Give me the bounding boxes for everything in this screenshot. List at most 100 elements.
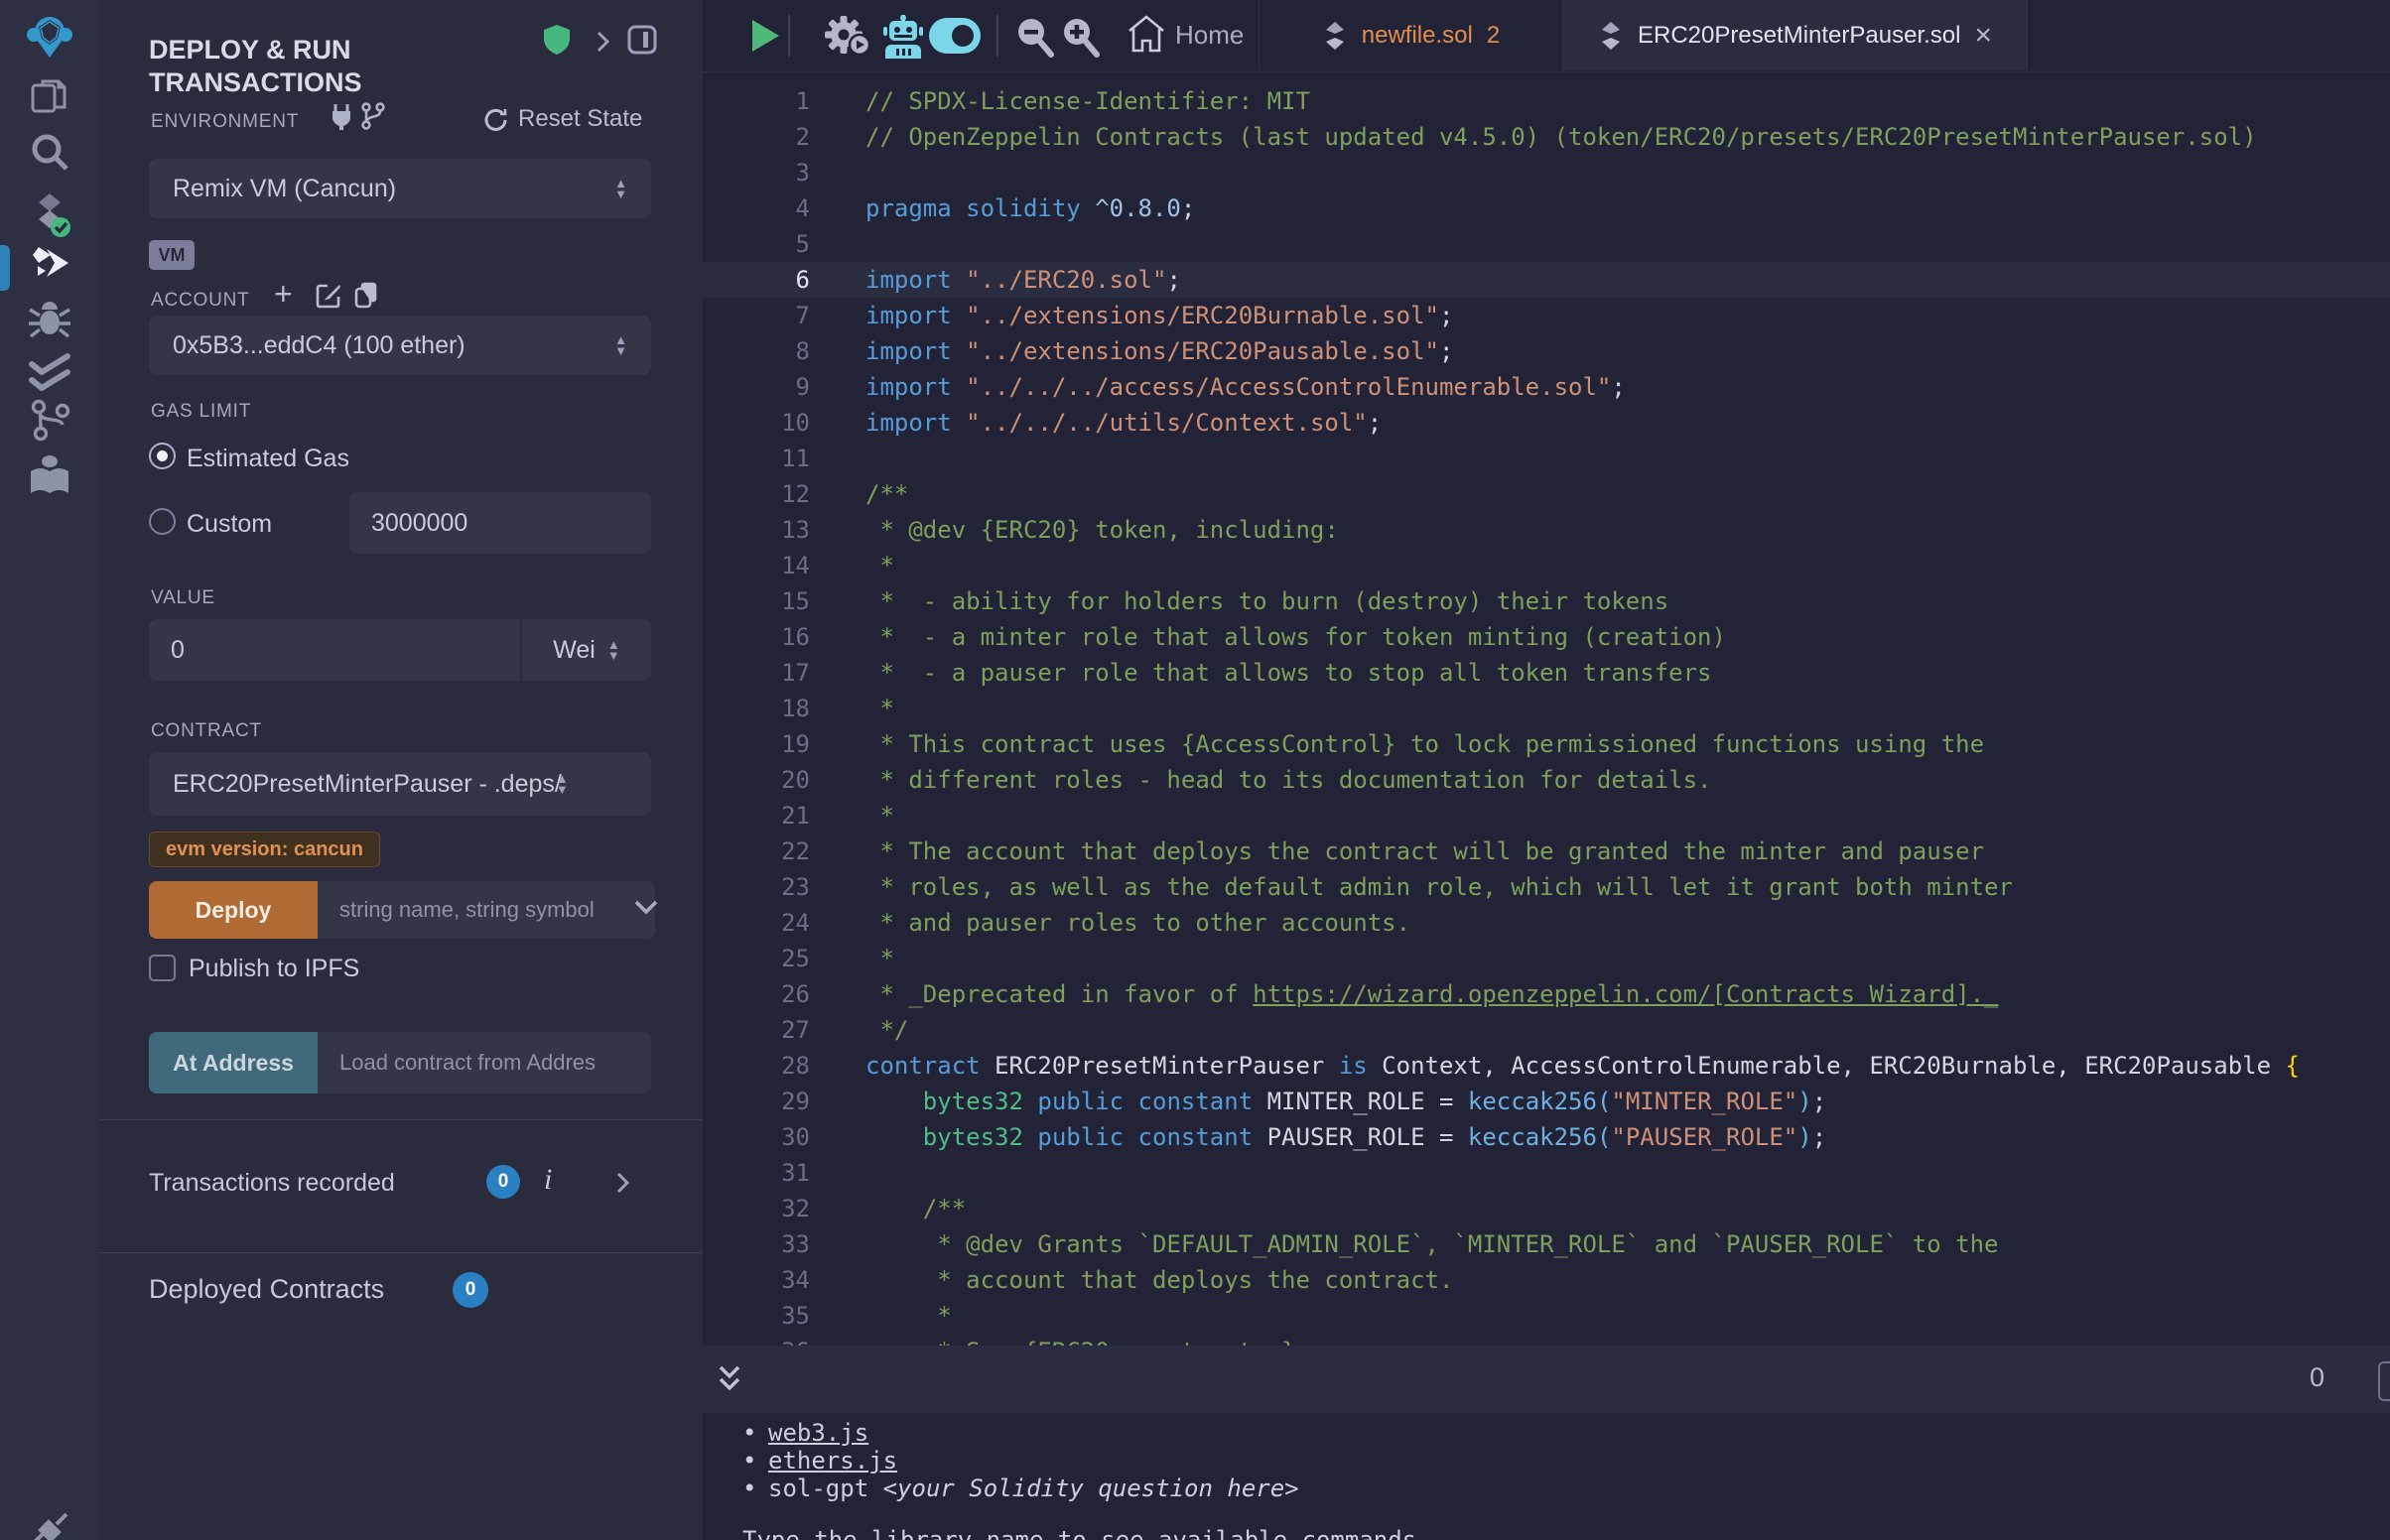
git-icon[interactable] xyxy=(0,397,99,443)
code-line-30[interactable]: 30 bytes32 public constant PAUSER_ROLE =… xyxy=(703,1119,2390,1155)
transactions-expand-chevron-icon[interactable] xyxy=(615,1171,630,1195)
solidity-compiler-icon[interactable] xyxy=(0,191,99,240)
custom-gas-option[interactable]: Custom xyxy=(187,510,272,539)
code-line-5[interactable]: 5 xyxy=(703,226,2390,262)
fork-environment-icon[interactable] xyxy=(360,102,386,130)
code-text: import "../../../access/AccessControlEnu… xyxy=(810,369,1626,405)
ai-copilot-robot-icon[interactable] xyxy=(883,15,923,59)
deploy-button[interactable]: Deploy xyxy=(149,881,318,939)
publish-ipfs-label[interactable]: Publish to IPFS xyxy=(189,955,359,983)
publish-ipfs-checkbox[interactable] xyxy=(149,955,176,981)
terminal-link[interactable]: web3.js xyxy=(768,1419,868,1447)
at-address-button[interactable]: At Address xyxy=(149,1032,318,1093)
code-line-33[interactable]: 33 * @dev Grants `DEFAULT_ADMIN_ROLE`, `… xyxy=(703,1226,2390,1262)
plug-icon[interactable] xyxy=(330,103,353,131)
close-tab-icon[interactable]: × xyxy=(1974,21,1992,51)
account-select[interactable]: 0x5B3...eddC4 (100 ether) ▲▼ xyxy=(149,316,651,375)
code-text: * account that deploys the contract. xyxy=(810,1262,1453,1298)
code-line-7[interactable]: 7import "../extensions/ERC20Burnable.sol… xyxy=(703,298,2390,333)
code-line-24[interactable]: 24 * and pauser roles to other accounts. xyxy=(703,905,2390,941)
code-text xyxy=(810,1155,865,1191)
code-line-15[interactable]: 15 * - ability for holders to burn (dest… xyxy=(703,583,2390,619)
custom-gas-radio[interactable] xyxy=(149,508,176,535)
copy-account-icon[interactable] xyxy=(353,282,379,310)
code-line-29[interactable]: 29 bytes32 public constant MINTER_ROLE =… xyxy=(703,1084,2390,1119)
code-line-14[interactable]: 14 * xyxy=(703,548,2390,583)
code-line-6[interactable]: 6import "../ERC20.sol"; xyxy=(703,262,2390,298)
remix-logo-icon[interactable] xyxy=(0,12,99,60)
code-line-21[interactable]: 21 * xyxy=(703,798,2390,834)
transactions-info-icon[interactable]: i xyxy=(544,1163,552,1197)
ai-copilot-toggle[interactable] xyxy=(929,18,981,54)
home-tab-label[interactable]: Home xyxy=(1175,20,1244,51)
reset-state-icon[interactable] xyxy=(484,107,508,133)
line-number: 9 xyxy=(703,369,810,405)
code-line-13[interactable]: 13 * @dev {ERC20} token, including: xyxy=(703,512,2390,548)
value-unit-select[interactable]: Wei ▲▼ xyxy=(520,619,651,681)
code-line-25[interactable]: 25 * xyxy=(703,941,2390,976)
environment-select[interactable]: Remix VM (Cancun) ▲▼ xyxy=(149,159,651,218)
code-line-3[interactable]: 3 xyxy=(703,155,2390,191)
tab-newfile[interactable]: newfile.sol 2 xyxy=(1259,0,1563,70)
code-editor[interactable]: 1// SPDX-License-Identifier: MIT2// Open… xyxy=(703,71,2390,1357)
code-line-22[interactable]: 22 * The account that deploys the contra… xyxy=(703,834,2390,869)
search-icon[interactable] xyxy=(0,130,99,176)
code-line-8[interactable]: 8import "../extensions/ERC20Pausable.sol… xyxy=(703,333,2390,369)
code-line-17[interactable]: 17 * - a pauser role that allows to stop… xyxy=(703,655,2390,691)
zoom-in-icon[interactable] xyxy=(1060,16,1100,58)
contract-select[interactable]: ERC20PresetMinterPauser - .deps/ ▲▼ xyxy=(149,752,651,816)
add-account-icon[interactable]: + xyxy=(274,278,293,310)
deploy-args-input[interactable] xyxy=(318,881,655,939)
at-address-input[interactable] xyxy=(318,1032,651,1093)
home-icon[interactable] xyxy=(1128,15,1165,55)
code-line-20[interactable]: 20 * different roles - head to its docum… xyxy=(703,762,2390,798)
code-line-31[interactable]: 31 xyxy=(703,1155,2390,1191)
zoom-out-icon[interactable] xyxy=(1014,16,1054,58)
code-line-32[interactable]: 32 /** xyxy=(703,1191,2390,1226)
tab-erc20presetminterpauser[interactable]: ERC20PresetMinterPauser.sol × xyxy=(1563,0,2028,70)
debugger-icon[interactable] xyxy=(0,296,99,341)
value-input[interactable] xyxy=(149,619,520,681)
script-config-gear-icon[interactable] xyxy=(824,14,871,58)
code-line-18[interactable]: 18 * xyxy=(703,691,2390,726)
edit-account-icon[interactable] xyxy=(316,282,342,309)
code-line-35[interactable]: 35 * xyxy=(703,1298,2390,1334)
panel-divider xyxy=(99,1119,703,1120)
terminal-link[interactable]: ethers.js xyxy=(768,1447,897,1475)
code-text xyxy=(810,441,865,476)
custom-gas-input[interactable] xyxy=(349,492,651,554)
code-line-34[interactable]: 34 * account that deploys the contract. xyxy=(703,1262,2390,1298)
solidity-analyzers-icon[interactable] xyxy=(0,350,99,398)
code-line-12[interactable]: 12/** xyxy=(703,476,2390,512)
code-text xyxy=(810,155,865,191)
code-line-1[interactable]: 1// SPDX-License-Identifier: MIT xyxy=(703,83,2390,119)
deploy-expand-chevron-icon[interactable] xyxy=(633,899,659,917)
terminal-output[interactable]: •web3.js•ethers.js•sol-gpt <your Solidit… xyxy=(703,1413,2390,1540)
code-line-16[interactable]: 16 * - a minter role that allows for tok… xyxy=(703,619,2390,655)
code-line-28[interactable]: 28contract ERC20PresetMinterPauser is Co… xyxy=(703,1048,2390,1084)
code-line-26[interactable]: 26 * _Deprecated in favor of https://wiz… xyxy=(703,976,2390,1012)
code-line-11[interactable]: 11 xyxy=(703,441,2390,476)
code-text: * xyxy=(810,941,894,976)
pin-panel-icon[interactable] xyxy=(627,25,657,55)
expand-panel-chevron-icon[interactable] xyxy=(595,30,610,54)
terminal-collapse-icon[interactable] xyxy=(717,1361,742,1397)
code-line-10[interactable]: 10import "../../../utils/Context.sol"; xyxy=(703,405,2390,441)
terminal-listen-checkbox[interactable] xyxy=(2378,1361,2390,1401)
code-text: /** xyxy=(810,1191,966,1226)
code-line-4[interactable]: 4pragma solidity ^0.8.0; xyxy=(703,191,2390,226)
code-line-9[interactable]: 9import "../../../access/AccessControlEn… xyxy=(703,369,2390,405)
file-explorer-icon[interactable] xyxy=(0,73,99,119)
estimated-gas-option[interactable]: Estimated Gas xyxy=(187,445,349,473)
deploy-and-run-icon[interactable] xyxy=(0,243,99,293)
code-text: * xyxy=(810,548,894,583)
learneth-icon[interactable] xyxy=(0,451,99,497)
run-script-icon[interactable] xyxy=(748,17,782,55)
code-line-23[interactable]: 23 * roles, as well as the default admin… xyxy=(703,869,2390,905)
estimated-gas-radio[interactable] xyxy=(149,443,176,469)
plugin-manager-icon[interactable] xyxy=(0,1508,99,1540)
code-line-27[interactable]: 27 */ xyxy=(703,1012,2390,1048)
code-line-19[interactable]: 19 * This contract uses {AccessControl} … xyxy=(703,726,2390,762)
code-line-2[interactable]: 2// OpenZeppelin Contracts (last updated… xyxy=(703,119,2390,155)
reset-state-button[interactable]: Reset State xyxy=(518,105,642,133)
